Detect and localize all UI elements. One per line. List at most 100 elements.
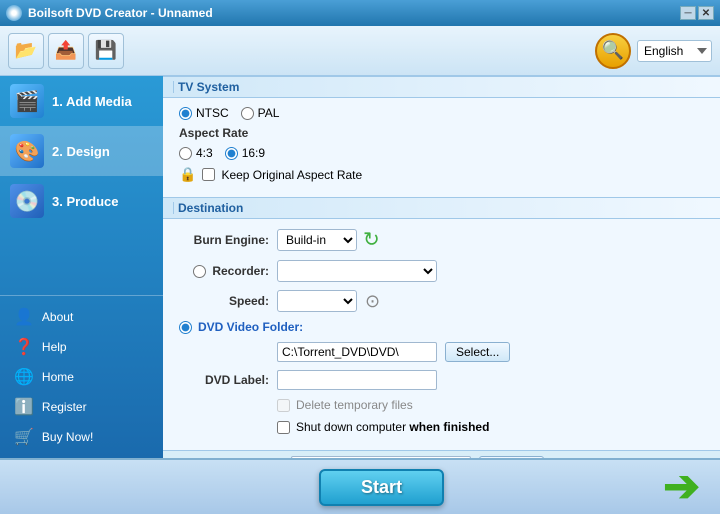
destination-label: Destination bbox=[178, 201, 243, 215]
export-button[interactable]: 📤 bbox=[48, 33, 84, 69]
help-label: Help bbox=[42, 340, 67, 354]
titlebar: Boilsoft DVD Creator - Unnamed ─ ✕ bbox=[0, 0, 720, 26]
home-label: Home bbox=[42, 370, 74, 384]
sidebar-links: 👤 About ❓ Help 🌐 Home ℹ️ Register 🛒 Buy … bbox=[0, 295, 163, 458]
save-button[interactable]: 💾 bbox=[88, 33, 124, 69]
aspect-rate-row: 4:3 16:9 bbox=[179, 146, 704, 160]
burn-engine-row: Burn Engine: Build-in ImgBurn Nero ↻ bbox=[179, 227, 704, 252]
delete-temp-row: Delete temporary files bbox=[179, 398, 704, 412]
close-button[interactable]: ✕ bbox=[698, 6, 714, 20]
destination-header: Destination bbox=[163, 197, 720, 219]
about-label: About bbox=[42, 310, 73, 324]
sidebar-item-home[interactable]: 🌐 Home bbox=[0, 362, 163, 392]
ntsc-radio[interactable] bbox=[179, 107, 192, 120]
shutdown-checkbox[interactable] bbox=[277, 421, 290, 434]
sidebar-item-register[interactable]: ℹ️ Register bbox=[0, 392, 163, 422]
aspect-4-3-option[interactable]: 4:3 bbox=[179, 146, 213, 160]
open-button[interactable]: 📂 bbox=[8, 33, 44, 69]
tv-system-content: NTSC PAL Aspect Rate 4 bbox=[163, 98, 720, 197]
about-icon: 👤 bbox=[14, 307, 34, 327]
start-button[interactable]: Start bbox=[319, 469, 444, 506]
aspect-16-9-option[interactable]: 16:9 bbox=[225, 146, 265, 160]
dvd-folder-row: DVD Video Folder: bbox=[179, 320, 704, 334]
destination-content: Burn Engine: Build-in ImgBurn Nero ↻ bbox=[163, 219, 720, 450]
sidebar: 🎬 1. Add Media 🎨 2. Design 💿 3. Produce … bbox=[0, 76, 163, 458]
home-icon: 🌐 bbox=[14, 367, 34, 387]
recorder-row: Recorder: bbox=[179, 260, 704, 282]
temp-folder-bar: Temporary Folder Select... bbox=[163, 450, 720, 458]
next-arrow-icon[interactable]: ➔ bbox=[663, 465, 700, 509]
produce-label: 3. Produce bbox=[52, 194, 118, 209]
ntsc-label: NTSC bbox=[196, 106, 229, 120]
tv-system-header: TV System bbox=[163, 76, 720, 98]
delete-temp-checkbox[interactable] bbox=[277, 399, 290, 412]
ntsc-option[interactable]: NTSC bbox=[179, 106, 229, 120]
recorder-option[interactable]: Recorder: bbox=[179, 264, 269, 278]
titlebar-left: Boilsoft DVD Creator - Unnamed bbox=[6, 5, 213, 21]
app-icon bbox=[6, 5, 22, 21]
add-media-icon: 🎬 bbox=[10, 84, 44, 118]
recorder-radio[interactable] bbox=[193, 265, 206, 278]
aspect-16-9-radio[interactable] bbox=[225, 147, 238, 160]
dvd-label-row: DVD Label: bbox=[179, 370, 704, 390]
content-area: TV System NTSC PAL bbox=[163, 76, 720, 458]
delete-temp-option[interactable]: Delete temporary files bbox=[277, 398, 413, 412]
dvd-folder-option[interactable]: DVD Video Folder: bbox=[179, 320, 303, 334]
search-button[interactable]: 🔍 bbox=[595, 33, 631, 69]
register-icon: ℹ️ bbox=[14, 397, 34, 417]
sidebar-item-produce[interactable]: 💿 3. Produce bbox=[0, 176, 163, 226]
sidebar-item-add-media[interactable]: 🎬 1. Add Media bbox=[0, 76, 163, 126]
pal-option[interactable]: PAL bbox=[241, 106, 280, 120]
tv-system-label: TV System bbox=[178, 80, 239, 94]
burn-engine-label: Burn Engine: bbox=[179, 233, 269, 247]
dvd-folder-select-button[interactable]: Select... bbox=[445, 342, 510, 362]
keep-original-icon: 🔒 bbox=[179, 166, 196, 183]
toolbar-right: 🔍 English 中文 Deutsch Français bbox=[595, 33, 712, 69]
sidebar-item-buy-now[interactable]: 🛒 Buy Now! bbox=[0, 422, 163, 452]
pal-radio[interactable] bbox=[241, 107, 254, 120]
language-select[interactable]: English 中文 Deutsch Français bbox=[637, 40, 712, 62]
window-title: Boilsoft DVD Creator - Unnamed bbox=[28, 6, 213, 20]
sidebar-item-help[interactable]: ❓ Help bbox=[0, 332, 163, 362]
produce-icon: 💿 bbox=[10, 184, 44, 218]
bottom-bar: Start ➔ bbox=[0, 458, 720, 514]
temp-folder-input[interactable] bbox=[291, 456, 471, 458]
keep-original-option[interactable]: 🔒 Keep Original Aspect Rate bbox=[179, 166, 362, 183]
dvd-folder-input[interactable] bbox=[277, 342, 437, 362]
toolbar: 📂 📤 💾 🔍 English 中文 Deutsch Français bbox=[0, 26, 720, 76]
register-label: Register bbox=[42, 400, 87, 414]
aspect-4-3-radio[interactable] bbox=[179, 147, 192, 160]
keep-original-row: 🔒 Keep Original Aspect Rate bbox=[179, 166, 704, 183]
help-icon: ❓ bbox=[14, 337, 34, 357]
keep-original-checkbox[interactable] bbox=[202, 168, 215, 181]
sidebar-item-about[interactable]: 👤 About bbox=[0, 302, 163, 332]
speed-select[interactable] bbox=[277, 290, 357, 312]
recorder-select[interactable] bbox=[277, 260, 437, 282]
add-media-label: 1. Add Media bbox=[52, 94, 132, 109]
design-icon: 🎨 bbox=[10, 134, 44, 168]
burn-engine-select[interactable]: Build-in ImgBurn Nero bbox=[277, 229, 357, 251]
dvd-label-label: DVD Label: bbox=[179, 373, 269, 387]
dvd-folder-radio[interactable] bbox=[179, 321, 192, 334]
shutdown-option[interactable]: Shut down computer when finished bbox=[277, 420, 489, 434]
titlebar-buttons: ─ ✕ bbox=[680, 6, 714, 20]
speed-row: Speed: ⊙ bbox=[179, 290, 704, 312]
dvd-folder-label: DVD Video Folder: bbox=[198, 320, 303, 334]
speed-label: Speed: bbox=[179, 294, 269, 308]
refresh-icon[interactable]: ↻ bbox=[363, 227, 380, 252]
tv-system-radio-group: NTSC PAL bbox=[179, 106, 279, 120]
minimize-button[interactable]: ─ bbox=[680, 6, 696, 20]
main-layout: 🎬 1. Add Media 🎨 2. Design 💿 3. Produce … bbox=[0, 76, 720, 458]
dvd-folder-path-row: Select... bbox=[179, 342, 704, 362]
aspect-rate-label-row: Aspect Rate bbox=[179, 126, 704, 140]
tv-system-row: NTSC PAL bbox=[179, 106, 704, 120]
content: TV System NTSC PAL bbox=[163, 76, 720, 458]
aspect-4-3-label: 4:3 bbox=[196, 146, 213, 160]
speed-spin-icon: ⊙ bbox=[365, 291, 380, 312]
sidebar-item-design[interactable]: 🎨 2. Design bbox=[0, 126, 163, 176]
buy-now-icon: 🛒 bbox=[14, 427, 34, 447]
dvd-label-input[interactable] bbox=[277, 370, 437, 390]
temp-folder-select-button[interactable]: Select... bbox=[479, 456, 544, 458]
aspect-16-9-label: 16:9 bbox=[242, 146, 265, 160]
keep-original-label: Keep Original Aspect Rate bbox=[221, 168, 362, 182]
